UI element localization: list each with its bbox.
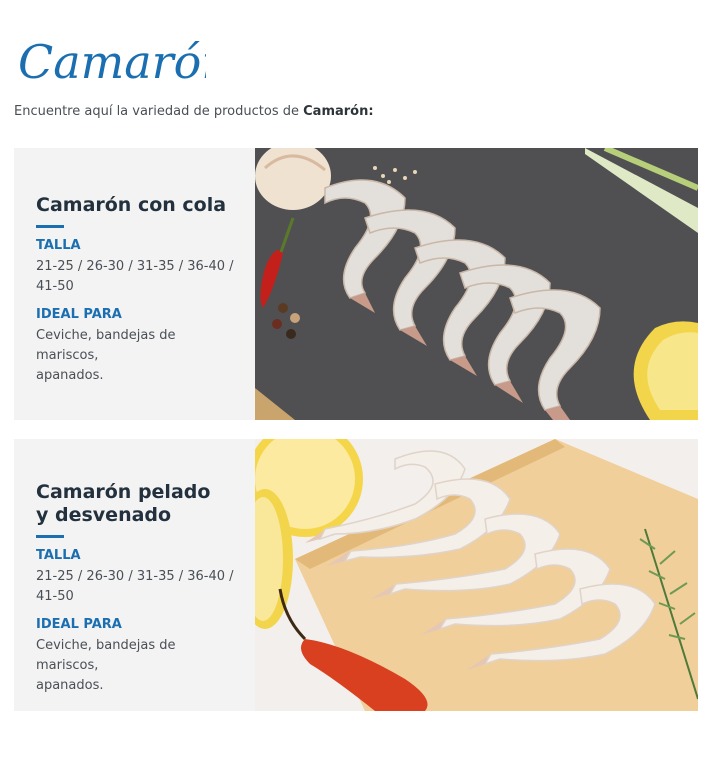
- ideal-label: IDEAL PARA: [36, 307, 122, 322]
- size-label: TALLA: [36, 548, 81, 563]
- size-values: 21-25 / 26-30 / 31-35 / 36-40 / 41-50: [36, 259, 234, 294]
- title-underline: [36, 535, 64, 538]
- product-info: Camarón pelado y desvenado TALLA 21-25 /…: [36, 481, 236, 696]
- product-card-camaron-con-cola: Camarón con cola TALLA 21-25 / 26-30 / 3…: [14, 148, 698, 420]
- peeled-shrimp-photo: [255, 439, 698, 711]
- product-card-camaron-pelado: Camarón pelado y desvenado TALLA 21-25 /…: [14, 439, 698, 711]
- ideal-values: Ceviche, bandejas de mariscos, apanados.: [36, 638, 176, 693]
- ideal-values: Ceviche, bandejas de mariscos, apanados.: [36, 328, 176, 383]
- shell-on-shrimp-photo: [255, 148, 698, 420]
- product-info: Camarón con cola TALLA 21-25 / 26-30 / 3…: [36, 194, 236, 386]
- product-title: Camarón con cola: [36, 194, 227, 216]
- size-label: TALLA: [36, 238, 81, 253]
- ideal-label: IDEAL PARA: [36, 617, 122, 632]
- size-values: 21-25 / 26-30 / 31-35 / 36-40 / 41-50: [36, 569, 234, 604]
- intro-text: Encuentre aquí la variedad de productos …: [14, 104, 374, 119]
- logo-text: Camarón: [18, 35, 206, 89]
- camaron-logo: Camarón: [16, 22, 231, 92]
- product-title: Camarón pelado y desvenado: [36, 481, 211, 526]
- title-underline: [36, 225, 64, 228]
